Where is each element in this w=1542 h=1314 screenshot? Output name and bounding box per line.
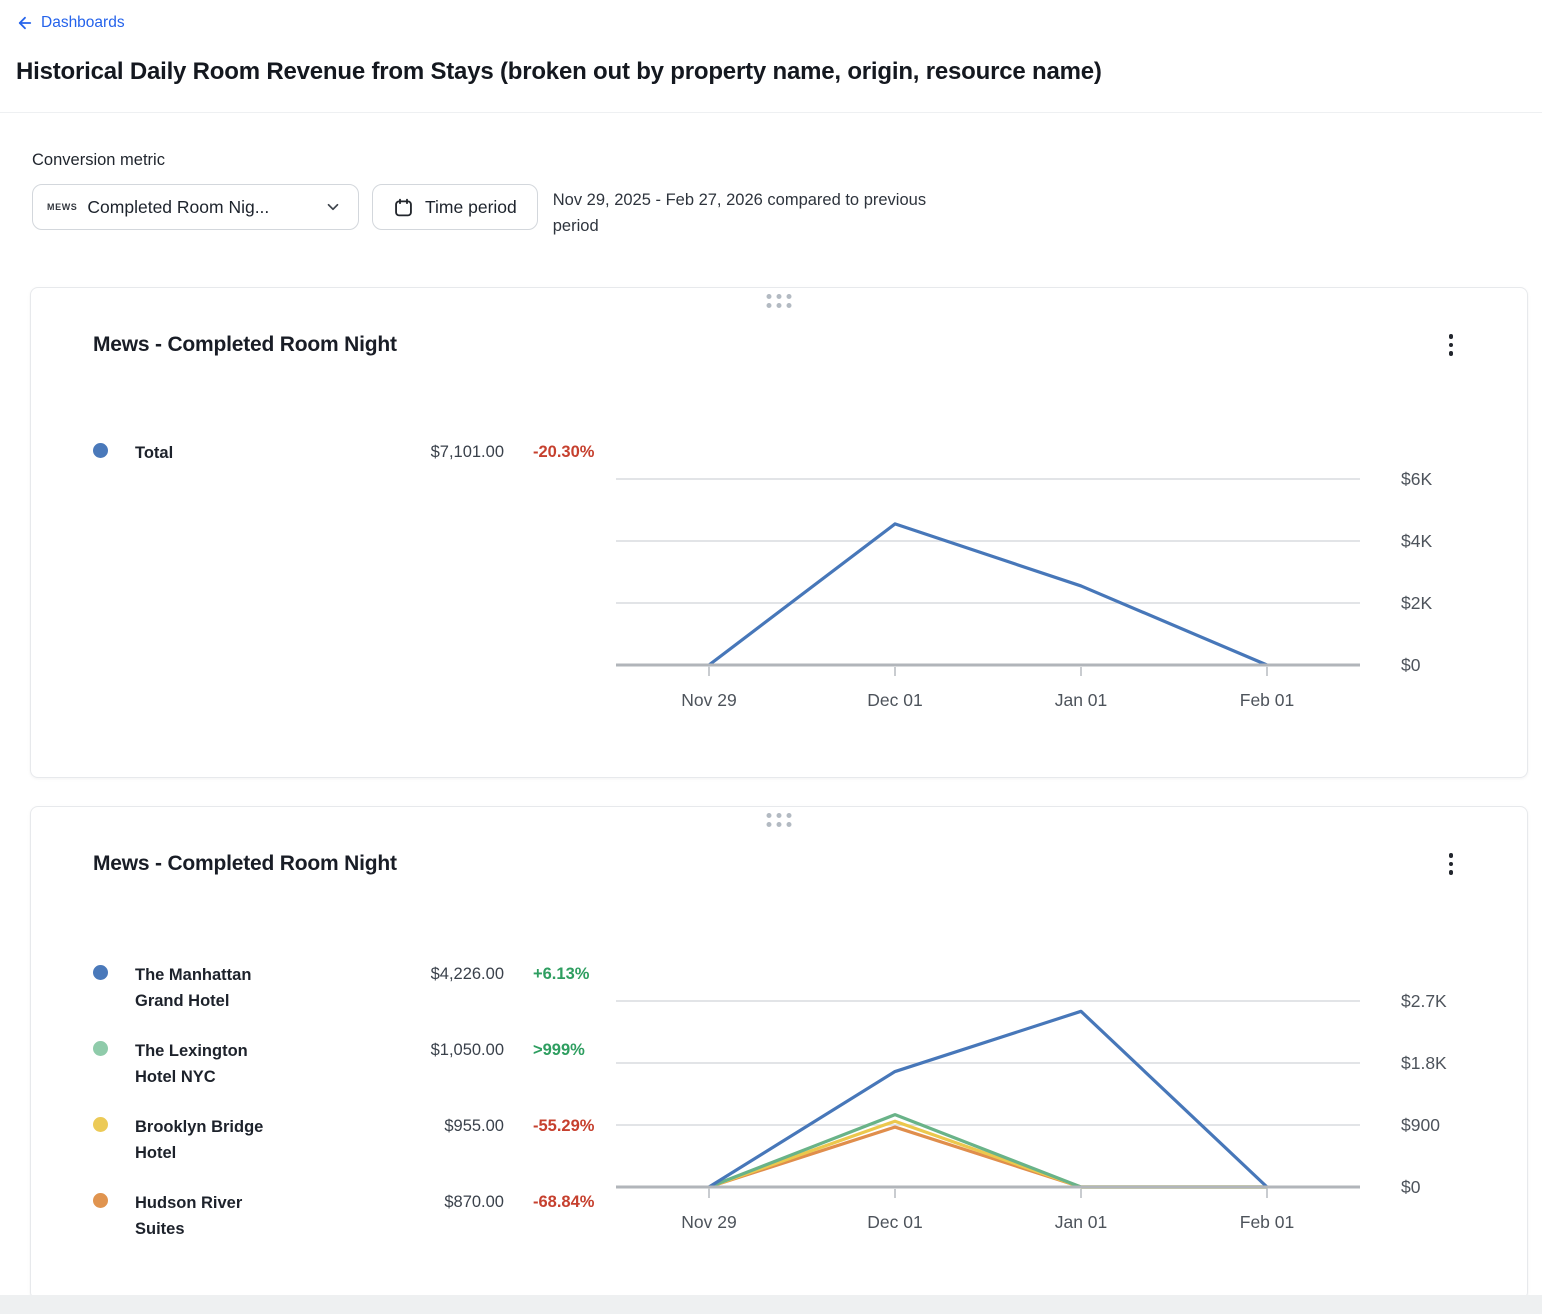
kebab-menu-icon[interactable]	[1437, 847, 1465, 881]
page-header: Dashboards Historical Daily Room Revenue…	[0, 0, 1542, 113]
mews-logo: MEWS	[47, 202, 77, 212]
conversion-metric-value: Completed Room Nig...	[87, 197, 314, 218]
x-axis-label: Dec 01	[867, 690, 922, 710]
conversion-metric-label: Conversion metric	[32, 151, 1542, 170]
line-chart: Nov 29 Dec 01 Jan 01 Feb 01 $6K $4K $2K $0	[616, 440, 1496, 720]
series-color-dot	[93, 443, 108, 458]
x-axis-label: Nov 29	[681, 1212, 736, 1232]
legend-item[interactable]: Hudson RiverSuites$870.00 -68.84%	[93, 1190, 616, 1242]
series-value: $870.00	[381, 1190, 504, 1214]
page-background-strip	[0, 1295, 1542, 1314]
series-change: -20.30%	[533, 440, 594, 464]
time-period-label: Time period	[425, 197, 517, 218]
series-value: $1,050.00	[381, 1038, 504, 1062]
y-axis-label: $2K	[1401, 593, 1432, 613]
chevron-down-icon	[324, 198, 342, 216]
x-axis-label: Jan 01	[1055, 690, 1108, 710]
series-name: Hudson RiverSuites	[135, 1190, 381, 1242]
chart-legend: Total$7,101.00 -20.30%	[93, 440, 616, 490]
legend-item[interactable]: The ManhattanGrand Hotel$4,226.00 +6.13%	[93, 962, 616, 1014]
legend-item[interactable]: Total$7,101.00 -20.30%	[93, 440, 616, 466]
card-title: Mews - Completed Room Night	[93, 852, 397, 876]
conversion-metric-dropdown[interactable]: MEWS Completed Room Nig...	[32, 184, 359, 230]
series-change: >999%	[533, 1038, 585, 1062]
y-axis-label: $4K	[1401, 531, 1432, 551]
y-axis-label: $6K	[1401, 469, 1432, 489]
series-change: -68.84%	[533, 1190, 594, 1214]
back-link-label: Dashboards	[41, 14, 125, 32]
x-axis-label: Nov 29	[681, 690, 736, 710]
series-value: $4,226.00	[381, 962, 504, 986]
y-axis-label: $900	[1401, 1115, 1440, 1135]
calendar-icon	[393, 197, 414, 218]
chart-legend: The ManhattanGrand Hotel$4,226.00+6.13%T…	[93, 962, 616, 1266]
legend-item[interactable]: The LexingtonHotel NYC$1,050.00 >999%	[93, 1038, 616, 1090]
controls-section: Conversion metric MEWS Completed Room Ni…	[0, 113, 1542, 239]
series-change: +6.13%	[533, 962, 589, 986]
arrow-left-icon	[16, 14, 34, 32]
series-color-dot	[93, 1117, 108, 1132]
series-color-dot	[93, 1041, 108, 1056]
card-title: Mews - Completed Room Night	[93, 333, 397, 357]
series-value: $7,101.00	[381, 440, 504, 464]
series-color-dot	[93, 1193, 108, 1208]
time-period-button[interactable]: Time period	[372, 184, 538, 230]
line-chart: Nov 29 Dec 01 Jan 01 Feb 01 $2.7K $1.8K $900 $0	[616, 962, 1496, 1242]
drag-handle-icon[interactable]	[767, 294, 792, 308]
kebab-menu-icon[interactable]	[1437, 328, 1465, 362]
series-name: Total	[135, 440, 381, 466]
x-axis-label: Feb 01	[1240, 690, 1294, 710]
legend-item[interactable]: Brooklyn BridgeHotel$955.00 -55.29%	[93, 1114, 616, 1166]
series-name: The LexingtonHotel NYC	[135, 1038, 381, 1090]
y-axis-label: $0	[1401, 655, 1421, 675]
chart-card-by-property: Mews - Completed Room Night The Manhatta…	[30, 806, 1528, 1300]
back-link[interactable]: Dashboards	[16, 14, 125, 32]
date-range-text: Nov 29, 2025 - Feb 27, 2026 compared to …	[553, 184, 938, 239]
series-value: $955.00	[381, 1114, 504, 1138]
x-axis-label: Jan 01	[1055, 1212, 1108, 1232]
series-name: The ManhattanGrand Hotel	[135, 962, 381, 1014]
page-title: Historical Daily Room Revenue from Stays…	[16, 58, 1526, 86]
x-axis-label: Dec 01	[867, 1212, 922, 1232]
chart-card-total: Mews - Completed Room Night Total$7,101.…	[30, 287, 1528, 778]
y-axis-label: $1.8K	[1401, 1053, 1447, 1073]
y-axis-label: $2.7K	[1401, 991, 1447, 1011]
series-change: -55.29%	[533, 1114, 594, 1138]
drag-handle-icon[interactable]	[767, 813, 792, 827]
series-color-dot	[93, 965, 108, 980]
series-name: Brooklyn BridgeHotel	[135, 1114, 381, 1166]
x-axis-label: Feb 01	[1240, 1212, 1294, 1232]
y-axis-label: $0	[1401, 1177, 1421, 1197]
